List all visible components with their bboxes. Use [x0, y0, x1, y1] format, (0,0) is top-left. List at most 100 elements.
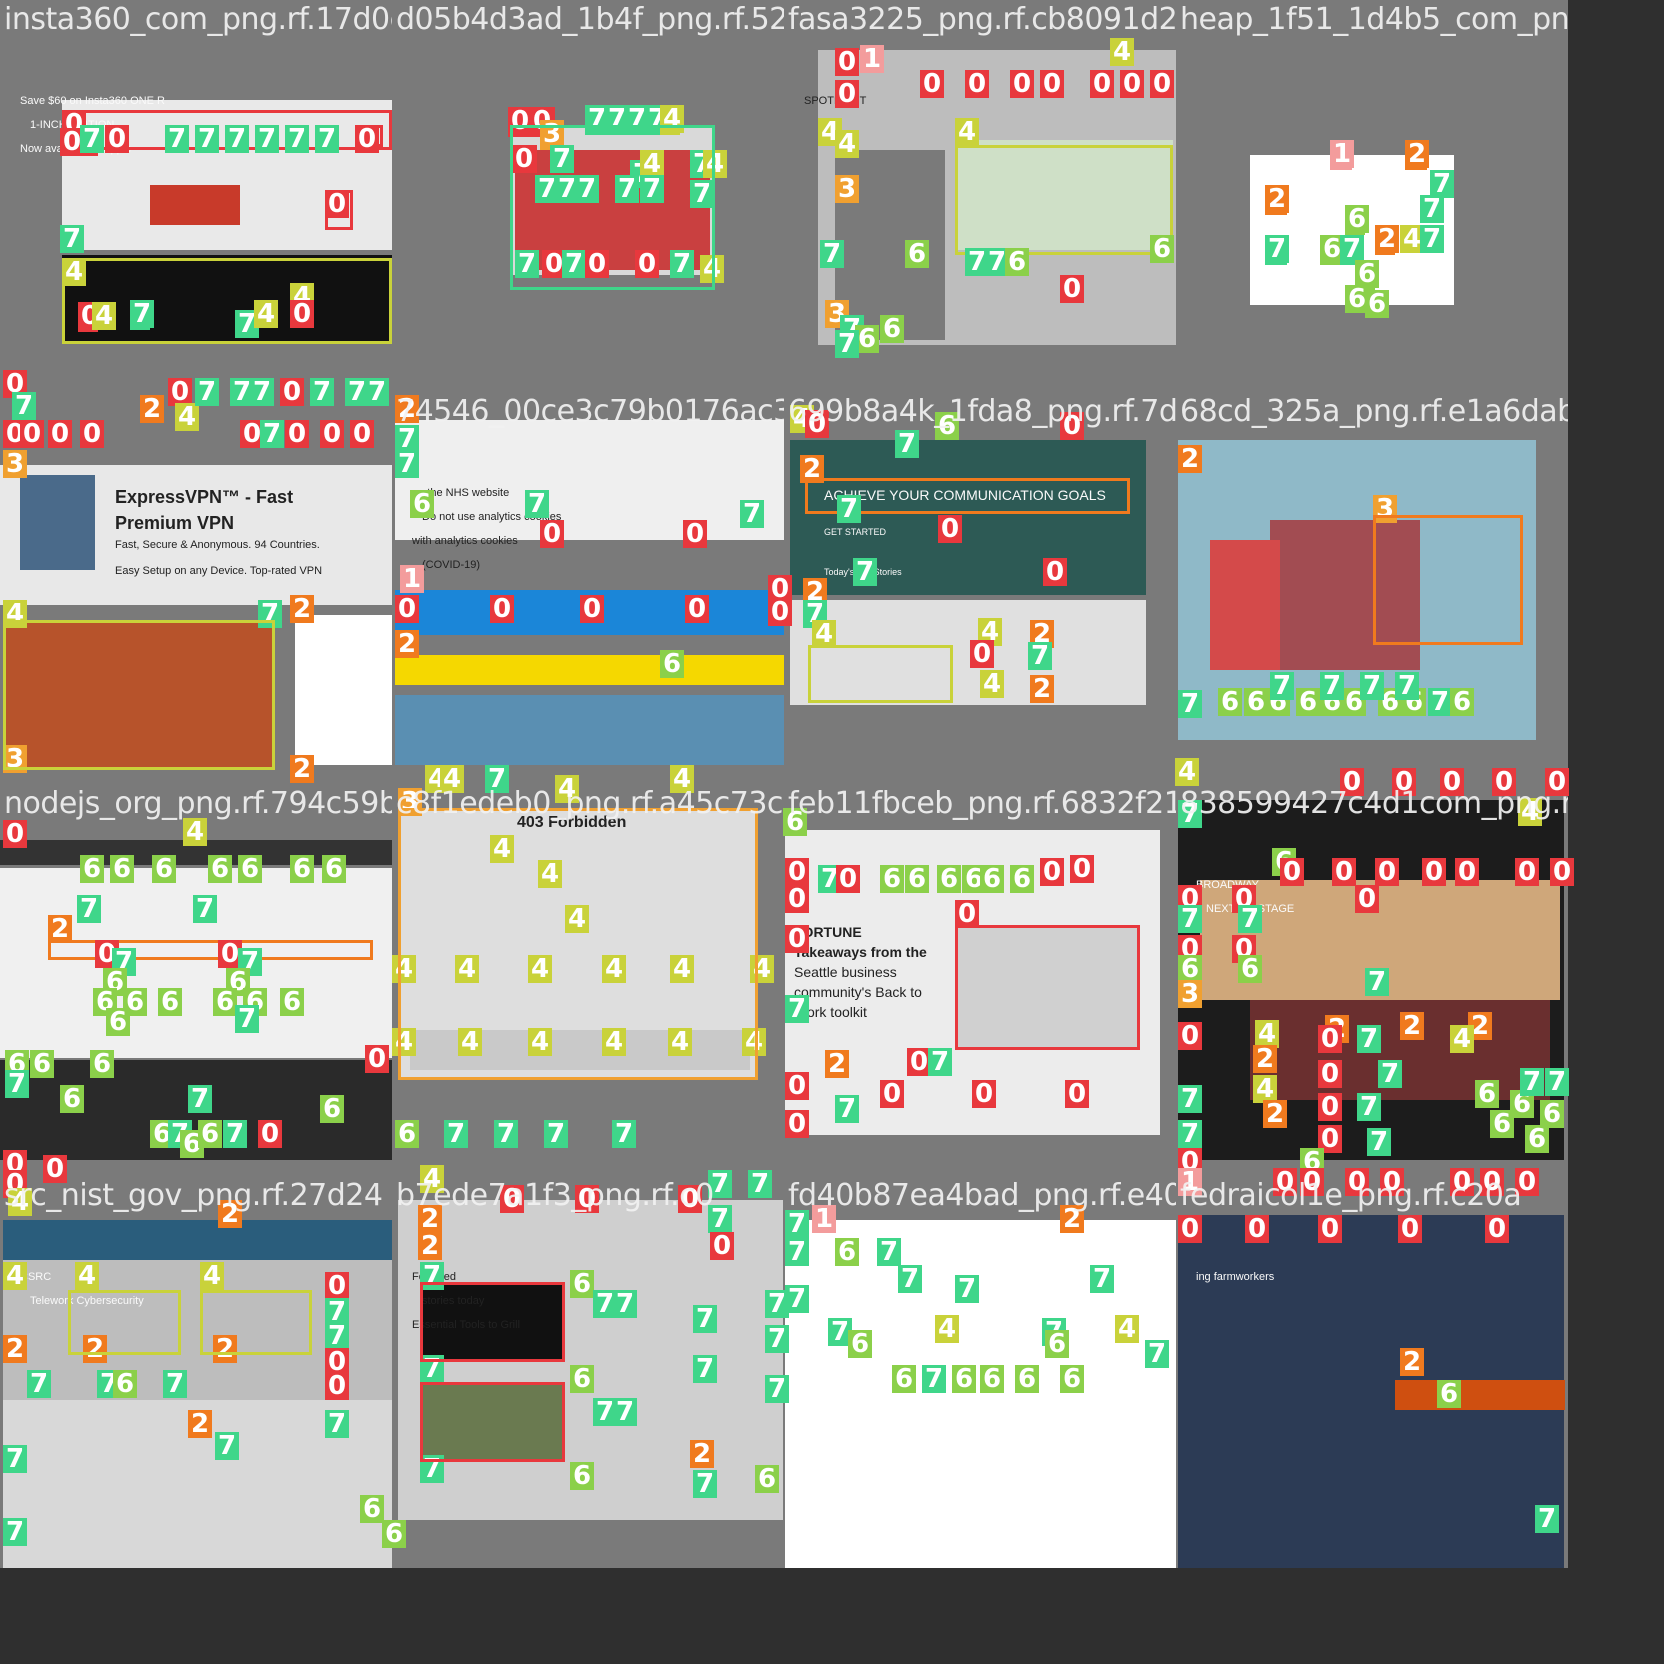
bbox-label: 0	[1178, 1022, 1203, 1050]
tile-title: c8f1edeb0_png.rf.a45c73c5	[396, 786, 784, 821]
bbox-label: 0	[938, 515, 963, 543]
bbox-label: 7	[1090, 1265, 1115, 1293]
bbox-label: 7	[193, 895, 218, 923]
bbox-label: 7	[922, 1365, 947, 1393]
bbox-label: 4	[955, 118, 980, 146]
bbox-label: 7	[1520, 1068, 1545, 1096]
bbox-label: 0	[1318, 1025, 1343, 1053]
tile-title: fasa3225_png.rf.cb8091d2907	[788, 2, 1176, 37]
bbox-label: 7	[1178, 1120, 1203, 1148]
bbox-label: 6	[1010, 865, 1035, 893]
bbox-label: 7	[1420, 225, 1445, 253]
tile-backdrop-block	[395, 655, 784, 685]
tile-5: 74546_00ce3c79b0176ac3 on the NHS website…	[392, 392, 784, 784]
bbox-label: 7	[1145, 1340, 1170, 1368]
bbox-label: 7	[1270, 672, 1295, 700]
bbox-label: 0	[1455, 858, 1480, 886]
bbox-label: 0	[395, 595, 420, 623]
bbox-label: 0	[285, 420, 310, 448]
bbox-label: 7	[315, 125, 340, 153]
bbox-label: 6	[905, 240, 930, 268]
tile-title: fedraicol1e_png.rf.c20a	[1180, 1178, 1522, 1213]
bbox-label: 6	[905, 865, 930, 893]
bbox-label: 6	[395, 1120, 420, 1148]
bbox-label: 0	[1040, 70, 1065, 98]
bbox-label: 4	[1450, 1025, 1475, 1053]
tile-title: 74546_00ce3c79b0176ac3	[396, 394, 784, 429]
bbox-label: 0	[1422, 858, 1447, 886]
bbox-label: 6	[570, 1462, 595, 1490]
tile-text: Seattle business	[794, 964, 897, 980]
bbox-label: 7	[225, 125, 250, 153]
bbox-label: 6	[848, 1330, 873, 1358]
bbox-label: 7	[898, 1265, 923, 1293]
bbox-class-3	[398, 808, 758, 1080]
bbox-label: 6	[937, 865, 962, 893]
bbox-label: 7	[928, 1048, 953, 1076]
bbox-label: 0	[1375, 858, 1400, 886]
bbox-label: 7	[785, 1210, 810, 1238]
bbox-label: 6	[90, 1050, 115, 1078]
bbox-label: 7	[255, 125, 280, 153]
bbox-label: 7	[80, 125, 105, 153]
bbox-label: 6	[880, 865, 905, 893]
bbox-label: 2	[690, 1440, 715, 1468]
bbox-label: 0	[1318, 1060, 1343, 1088]
bbox-label: 6	[360, 1495, 385, 1523]
bbox-label: 7	[955, 1275, 980, 1303]
bbox-label: 7	[1395, 672, 1420, 700]
bbox-class-0	[420, 1282, 565, 1362]
tile-text: Takeaways from the	[794, 944, 927, 960]
bbox-label: 7	[1028, 642, 1053, 670]
tile-3: heap_1f51_1d4b5_com_png.rf	[1176, 0, 1568, 392]
bbox-label: 6	[80, 855, 105, 883]
bbox-label: 4	[812, 620, 837, 648]
bbox-label: 4	[183, 818, 208, 846]
bbox-label: 6	[1437, 1380, 1462, 1408]
bbox-label: 0	[1280, 858, 1305, 886]
tile-text: GET STARTED	[824, 527, 887, 537]
bbox-label: 4	[1115, 1315, 1140, 1343]
bbox-label: 4	[200, 1262, 225, 1290]
tile-backdrop-block	[20, 475, 95, 570]
bbox-label: 7	[195, 125, 220, 153]
bbox-label: 6	[290, 855, 315, 883]
tile-text: Fast, Secure & Anonymous. 94 Countries.	[115, 539, 320, 551]
bbox-label: 0	[1010, 70, 1035, 98]
tile-backdrop-block	[1210, 540, 1280, 670]
bbox-label: 4	[935, 1315, 960, 1343]
bbox-label: 0	[970, 640, 995, 668]
bbox-label: 7	[613, 1398, 638, 1426]
bbox-label: 7	[163, 1370, 188, 1398]
bbox-label: 0	[20, 420, 45, 448]
bbox-label: 0	[685, 595, 710, 623]
bbox-label: 6	[1218, 688, 1243, 716]
bbox-label: 7	[1320, 672, 1345, 700]
bbox-label: 4	[3, 1262, 28, 1290]
bbox-label: 2	[48, 915, 73, 943]
tile-text: Save $60 on Insta360 ONE R	[20, 95, 165, 107]
bbox-label: 0	[1060, 275, 1085, 303]
bbox-label: 4	[75, 1262, 100, 1290]
bbox-label: 0	[955, 900, 980, 928]
tile-backdrop-block	[295, 615, 392, 765]
bbox-class-7	[510, 125, 715, 290]
bbox-label: 7	[3, 1445, 28, 1473]
bbox-label: 6	[320, 1095, 345, 1123]
bbox-label: 0	[365, 1045, 390, 1073]
bbox-label: 7	[27, 1370, 52, 1398]
bbox-label: 7	[1428, 688, 1453, 716]
bbox-label: 7	[235, 1005, 260, 1033]
bbox-label: 0	[880, 1080, 905, 1108]
bbox-label: 0	[350, 420, 375, 448]
bbox-label: 0	[325, 190, 350, 218]
bbox-class-4	[3, 620, 275, 770]
bbox-label: 7	[693, 1355, 718, 1383]
bbox-label: 7	[325, 1322, 350, 1350]
bbox-label: 0	[1355, 885, 1380, 913]
bbox-label: 6	[570, 1270, 595, 1298]
bbox-label: 6	[208, 855, 233, 883]
bbox-label: 7	[1178, 905, 1203, 933]
bbox-label: 7	[215, 1432, 240, 1460]
bbox-label: 7	[188, 1085, 213, 1113]
